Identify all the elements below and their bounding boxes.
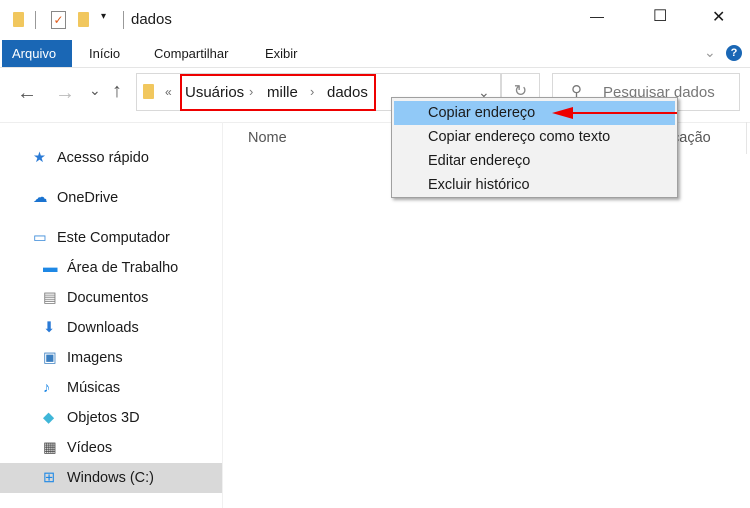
sidebar-item[interactable]: ☁ OneDrive xyxy=(0,183,222,213)
sidebar-item[interactable]: ⬇ Downloads xyxy=(0,313,222,343)
sidebar-item[interactable]: ▤ Documentos xyxy=(0,283,222,313)
desktop-icon: ▬ xyxy=(43,260,58,276)
sidebar-item-label: Documentos xyxy=(67,290,149,306)
minimize-button[interactable]: — xyxy=(590,8,604,24)
image-icon: ▣ xyxy=(43,350,57,366)
sidebar-item-label: Objetos 3D xyxy=(67,410,140,426)
sidebar-item-label: Downloads xyxy=(67,320,139,336)
sidebar-item[interactable]: ★ Acesso rápido xyxy=(0,143,222,173)
divider xyxy=(35,11,36,29)
sidebar-item[interactable]: ◆ Objetos 3D xyxy=(0,403,222,433)
close-button[interactable]: ✕ xyxy=(712,7,725,27)
sidebar-item[interactable]: ▣ Imagens xyxy=(0,343,222,373)
download-icon: ⬇ xyxy=(43,320,56,336)
sidebar-item-label: Vídeos xyxy=(67,440,113,456)
column-header-name[interactable]: Nome xyxy=(248,130,287,146)
sidebar-item-label: Imagens xyxy=(67,350,123,366)
music-icon: ♪ xyxy=(43,380,51,396)
tab-exibir[interactable]: Exibir xyxy=(253,40,310,67)
cloud-icon: ☁ xyxy=(33,190,48,206)
drive-icon: ⊞ xyxy=(43,470,56,486)
sidebar-item-label: Este Computador xyxy=(57,230,170,246)
sidebar-item[interactable]: ▭ Este Computador xyxy=(0,223,222,253)
chevron-right-icon[interactable]: › xyxy=(249,84,253,99)
star-icon: ★ xyxy=(33,150,46,166)
menu-item-editar-endereco[interactable]: Editar endereço xyxy=(394,149,675,173)
properties-icon[interactable]: ✓ xyxy=(51,11,66,29)
help-icon[interactable]: ? xyxy=(726,45,742,61)
new-folder-icon[interactable] xyxy=(78,12,89,27)
breadcrumb-dados[interactable]: dados xyxy=(327,84,368,101)
sidebar-item[interactable]: ▦ Vídeos xyxy=(0,433,222,463)
sidebar-item-label: OneDrive xyxy=(57,190,119,206)
tab-arquivo[interactable]: Arquivo xyxy=(2,40,72,67)
sidebar-item-label: Windows (C:) xyxy=(67,470,155,486)
folder-icon xyxy=(13,12,24,27)
sidebar-item[interactable]: ⊞ Windows (C:) xyxy=(0,463,222,493)
sidebar-item-label: Músicas xyxy=(67,380,121,396)
expand-ribbon-icon[interactable]: ⌄ xyxy=(704,44,716,61)
up-button[interactable]: ↑ xyxy=(112,80,122,103)
breadcrumb-mille[interactable]: mille xyxy=(267,84,298,101)
sidebar-item[interactable]: ▬ Área de Trabalho xyxy=(0,253,222,283)
customize-toolbar-icon[interactable]: ▾ xyxy=(101,11,106,22)
ribbon-tabs: Arquivo Início Compartilhar Exibir ⌄ ? xyxy=(0,40,750,68)
sidebar-item-label: Acesso rápido xyxy=(57,150,149,166)
divider xyxy=(123,11,124,29)
sidebar-item[interactable]: ♪ Músicas xyxy=(0,373,222,403)
chevron-right-icon[interactable]: › xyxy=(310,84,314,99)
overflow-chevron[interactable]: « xyxy=(165,85,172,99)
tab-inicio[interactable]: Início xyxy=(77,40,132,67)
sidebar-item-label: Área de Trabalho xyxy=(67,260,179,276)
red-arrow-annotation xyxy=(552,107,677,119)
back-button[interactable]: ← xyxy=(17,82,37,105)
title-bar: ✓ ▾ dados — ☐ ✕ xyxy=(0,0,750,40)
maximize-button[interactable]: ☐ xyxy=(653,6,667,26)
menu-item-copiar-como-texto[interactable]: Copiar endereço como texto xyxy=(394,125,675,149)
tab-compartilhar[interactable]: Compartilhar xyxy=(142,40,240,67)
forward-button[interactable]: → xyxy=(55,82,75,105)
breadcrumb-usuarios[interactable]: Usuários xyxy=(185,84,244,101)
menu-item-excluir-historico[interactable]: Excluir histórico xyxy=(394,173,675,197)
video-icon: ▦ xyxy=(43,440,57,456)
document-icon: ▤ xyxy=(43,290,57,306)
computer-icon: ▭ xyxy=(33,230,47,246)
window-title: dados xyxy=(131,11,172,28)
recent-locations-button[interactable]: ⌄ xyxy=(89,82,101,99)
cube-icon: ◆ xyxy=(43,410,55,426)
folder-icon xyxy=(143,84,154,99)
